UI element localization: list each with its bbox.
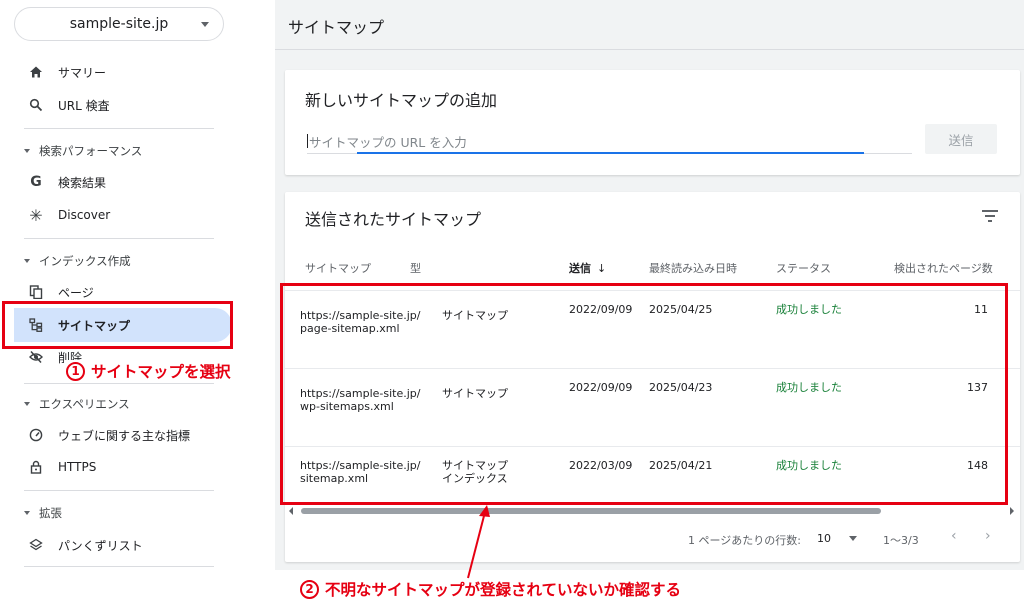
home-icon (28, 64, 44, 80)
horizontal-scrollbar[interactable] (289, 507, 1014, 515)
column-header-submitted[interactable]: 送信 ↓ (569, 260, 606, 276)
chevron-down-icon (24, 402, 30, 406)
sidebar-item-label: 検索結果 (58, 175, 107, 190)
section-label: 拡張 (39, 506, 62, 520)
text-cursor (307, 134, 308, 148)
eye-off-icon (28, 349, 44, 365)
submit-button[interactable]: 送信 (925, 124, 997, 154)
pages-icon (28, 284, 44, 300)
card-title: 新しいサイトマップの追加 (305, 91, 498, 110)
section-label: インデックス作成 (39, 254, 131, 268)
column-header-type[interactable]: 型 (410, 260, 421, 276)
asterisk-icon: ✳ (29, 205, 43, 225)
scrollbar-thumb[interactable] (301, 508, 881, 514)
section-label: エクスペリエンス (39, 397, 130, 411)
annotation-number: 2 (300, 579, 319, 599)
search-icon (28, 97, 44, 113)
sidebar: sample-site.jp サマリー URL 検査 検索パフォーマンス G 検… (10, 0, 275, 570)
column-header-sitemap[interactable]: サイトマップ (305, 260, 371, 276)
section-indexing[interactable]: インデックス作成 (24, 253, 131, 269)
sidebar-item-label: Discover (58, 208, 111, 222)
next-page-button[interactable]: › (985, 528, 991, 544)
divider (24, 490, 214, 491)
divider (24, 566, 214, 567)
sidebar-item-label: パンくずリスト (58, 538, 143, 553)
sidebar-item-discover[interactable]: ✳ Discover (20, 201, 110, 229)
input-focus-underline (357, 152, 864, 154)
annotation-text: サイトマップを選択 (91, 363, 231, 381)
chevron-down-icon (24, 511, 30, 515)
sidebar-item-summary[interactable]: サマリー (20, 58, 106, 86)
sidebar-item-search-results[interactable]: G 検索結果 (20, 168, 106, 196)
prev-page-button[interactable]: ‹ (951, 528, 957, 544)
page-title: サイトマップ (288, 18, 385, 37)
rows-per-page-label: 1 ページあたりの行数: (688, 534, 801, 547)
divider (24, 238, 214, 239)
sidebar-item-label: URL 検査 (58, 98, 110, 113)
sidebar-item-url-inspection[interactable]: URL 検査 (20, 91, 110, 119)
property-name: sample-site.jp (69, 16, 169, 32)
annotation-highlight-table (280, 283, 1008, 505)
sidebar-item-breadcrumbs[interactable]: パンくずリスト (20, 531, 143, 559)
rows-per-page-value: 10 (817, 532, 831, 545)
sidebar-item-label: HTTPS (58, 460, 97, 474)
scroll-right-icon[interactable] (1010, 507, 1014, 515)
annotation-number: 1 (66, 361, 85, 381)
layers-icon (28, 537, 44, 553)
google-g-icon: G (30, 174, 42, 190)
sidebar-item-core-web-vitals[interactable]: ウェブに関する主な指標 (20, 421, 190, 449)
property-selector[interactable]: sample-site.jp (14, 7, 224, 41)
add-sitemap-card: 新しいサイトマップの追加 サイトマップの URL を入力 送信 (285, 70, 1020, 175)
column-header-label: 送信 (569, 262, 591, 275)
sidebar-item-label: サマリー (58, 65, 107, 80)
column-header-status[interactable]: ステータス (776, 260, 831, 276)
sitemap-url-input[interactable]: サイトマップの URL を入力 (307, 132, 912, 154)
divider (24, 383, 214, 384)
section-label: 検索パフォーマンス (39, 144, 143, 158)
annotation-highlight-sitemaps (2, 301, 233, 349)
column-header-last-read[interactable]: 最終読み込み日時 (649, 260, 737, 276)
sidebar-item-label: ウェブに関する主な指標 (58, 428, 191, 443)
annotation-step-2: 2 不明なサイトマップが登録されていないか確認する (300, 578, 681, 600)
annotation-text: 不明なサイトマップが登録されていないか確認する (325, 581, 682, 599)
chevron-down-icon (24, 149, 30, 153)
section-performance[interactable]: 検索パフォーマンス (24, 143, 142, 159)
divider (275, 49, 1024, 50)
sidebar-item-https[interactable]: HTTPS (20, 453, 96, 481)
filter-icon[interactable] (982, 210, 998, 222)
page-range: 1〜3/3 (883, 534, 919, 547)
arrow-down-icon: ↓ (597, 262, 607, 275)
scroll-left-icon[interactable] (289, 507, 293, 515)
gauge-icon (28, 427, 44, 443)
chevron-down-icon (849, 536, 857, 541)
lock-icon (28, 459, 44, 475)
column-header-discovered[interactable]: 検出されたページ数 (894, 260, 993, 276)
annotation-arrow-icon (467, 505, 490, 579)
card-title: 送信されたサイトマップ (305, 210, 482, 229)
rows-per-page-select[interactable]: 10 (817, 532, 857, 545)
chevron-down-icon (201, 22, 209, 27)
sidebar-item-label: ページ (58, 285, 94, 300)
chevron-down-icon (24, 259, 30, 263)
section-enhancements[interactable]: 拡張 (24, 505, 62, 521)
section-experience[interactable]: エクスペリエンス (24, 396, 130, 412)
input-placeholder: サイトマップの URL を入力 (309, 135, 467, 150)
divider (24, 128, 214, 129)
annotation-step-1: 1 サイトマップを選択 (64, 360, 233, 382)
